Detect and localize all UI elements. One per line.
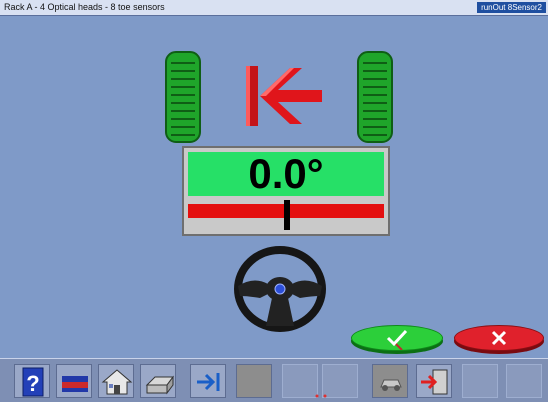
empty-slot bbox=[282, 364, 319, 398]
empty-slot bbox=[506, 364, 542, 398]
vehicle-lift-icon bbox=[62, 376, 88, 392]
toe-readout: 0.0° bbox=[182, 146, 390, 236]
svg-text:?: ? bbox=[26, 371, 39, 396]
home-icon bbox=[101, 369, 133, 395]
red-dots-icon bbox=[315, 394, 319, 398]
left-wheel-icon bbox=[165, 51, 201, 148]
empty-slot bbox=[462, 364, 498, 398]
right-wheel-icon bbox=[357, 51, 393, 148]
close-icon bbox=[491, 330, 507, 346]
print-button[interactable] bbox=[140, 364, 176, 398]
empty-slot bbox=[322, 364, 358, 398]
mode-badge: runOut 8Sensor2 bbox=[477, 2, 546, 13]
car-icon bbox=[380, 379, 402, 391]
red-dots-icon bbox=[323, 394, 327, 398]
vehicle-button[interactable] bbox=[372, 364, 408, 398]
checkmark-icon bbox=[386, 329, 408, 350]
steer-left-arrow-icon bbox=[246, 66, 326, 131]
steering-wheel-icon bbox=[234, 246, 326, 337]
home-button[interactable] bbox=[98, 364, 134, 398]
help-button[interactable]: ? bbox=[14, 364, 50, 398]
lift-button[interactable] bbox=[56, 364, 92, 398]
exit-icon bbox=[421, 369, 448, 395]
disabled-slot bbox=[236, 364, 272, 398]
tolerance-marker bbox=[284, 200, 290, 230]
toe-value: 0.0° bbox=[188, 152, 384, 196]
next-button[interactable] bbox=[190, 364, 226, 398]
window-title: Rack A - 4 Optical heads - 8 toe sensors bbox=[4, 2, 165, 12]
bottom-toolbar: ? bbox=[0, 358, 548, 402]
confirm-button[interactable] bbox=[351, 325, 443, 351]
alignment-panel: 0.0° bbox=[6, 16, 544, 356]
next-arrow-icon bbox=[197, 373, 220, 391]
title-bar: Rack A - 4 Optical heads - 8 toe sensors… bbox=[0, 0, 548, 16]
cancel-button[interactable] bbox=[454, 325, 544, 351]
exit-button[interactable] bbox=[416, 364, 452, 398]
help-icon: ? bbox=[22, 367, 44, 397]
printer-icon bbox=[145, 375, 174, 395]
